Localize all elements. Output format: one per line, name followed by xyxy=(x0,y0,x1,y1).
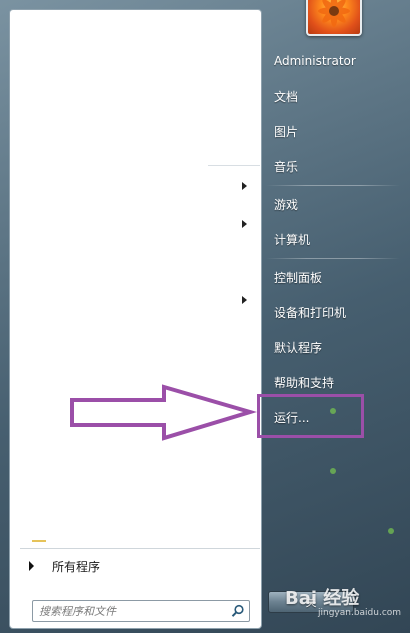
program-item-marker xyxy=(32,540,46,542)
pictures-link[interactable]: 图片 xyxy=(266,118,396,144)
annotation-arrow-icon xyxy=(70,384,258,441)
search-input[interactable] xyxy=(39,602,229,620)
all-programs-divider xyxy=(20,548,260,549)
music-link[interactable]: 音乐 xyxy=(266,153,396,179)
watermark-logo: Bai 经验 xyxy=(285,588,360,609)
menu-divider xyxy=(266,185,400,186)
search-box[interactable] xyxy=(32,600,250,622)
submenu-arrow-icon[interactable] xyxy=(242,220,247,228)
pinned-divider xyxy=(208,165,260,166)
user-avatar[interactable] xyxy=(306,0,362,36)
watermark-url: jingyan.baidu.com xyxy=(318,608,402,618)
background-decoration xyxy=(330,468,336,474)
computer-link[interactable]: 计算机 xyxy=(266,226,396,252)
start-menu: 所有程序 Administrator 文档 xyxy=(0,0,410,633)
submenu-arrow-icon[interactable] xyxy=(242,296,247,304)
background-decoration xyxy=(388,528,394,534)
documents-link[interactable]: 文档 xyxy=(266,83,396,109)
control-panel-link[interactable]: 控制面板 xyxy=(266,264,396,290)
all-programs-button[interactable]: 所有程序 xyxy=(20,554,260,578)
menu-divider xyxy=(266,258,400,259)
default-programs-link[interactable]: 默认程序 xyxy=(266,334,396,360)
help-support-link[interactable]: 帮助和支持 xyxy=(266,369,396,395)
triangle-right-icon xyxy=(29,561,34,571)
user-name-link[interactable]: Administrator xyxy=(266,48,396,74)
programs-pane: 所有程序 xyxy=(9,9,262,629)
games-link[interactable]: 游戏 xyxy=(266,191,396,217)
devices-printers-link[interactable]: 设备和打印机 xyxy=(266,299,396,325)
submenu-arrow-icon[interactable] xyxy=(242,182,247,190)
search-icon[interactable] xyxy=(229,602,247,620)
annotation-highlight-box xyxy=(257,394,364,438)
all-programs-label: 所有程序 xyxy=(52,559,101,574)
